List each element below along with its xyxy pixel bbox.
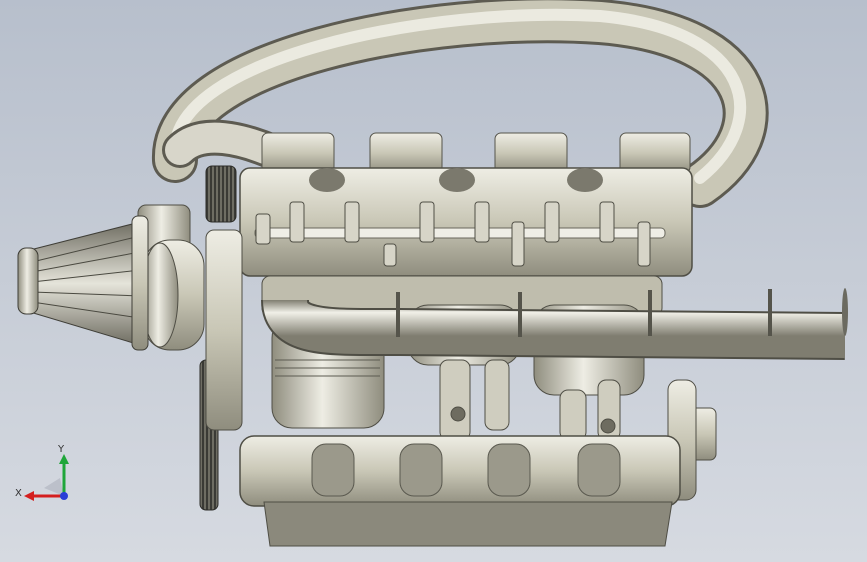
triad-plane	[44, 478, 64, 496]
cylinder-head[interactable]	[239, 167, 693, 277]
oil-pan[interactable]	[239, 435, 681, 547]
timing-gear[interactable]	[199, 165, 243, 511]
x-axis-label: X	[15, 488, 22, 499]
graphics-viewport[interactable]: X Y	[0, 0, 867, 562]
cylinder-head-ridges	[261, 132, 691, 174]
view-orientation-triad: X Y	[15, 444, 69, 501]
y-axis-arrow-icon	[59, 454, 69, 464]
z-axis-dot-icon	[60, 492, 68, 500]
x-axis-arrow-icon	[24, 491, 34, 501]
y-axis-label: Y	[57, 444, 65, 455]
air-filter[interactable]	[17, 215, 149, 351]
engine-model[interactable]	[0, 0, 867, 562]
